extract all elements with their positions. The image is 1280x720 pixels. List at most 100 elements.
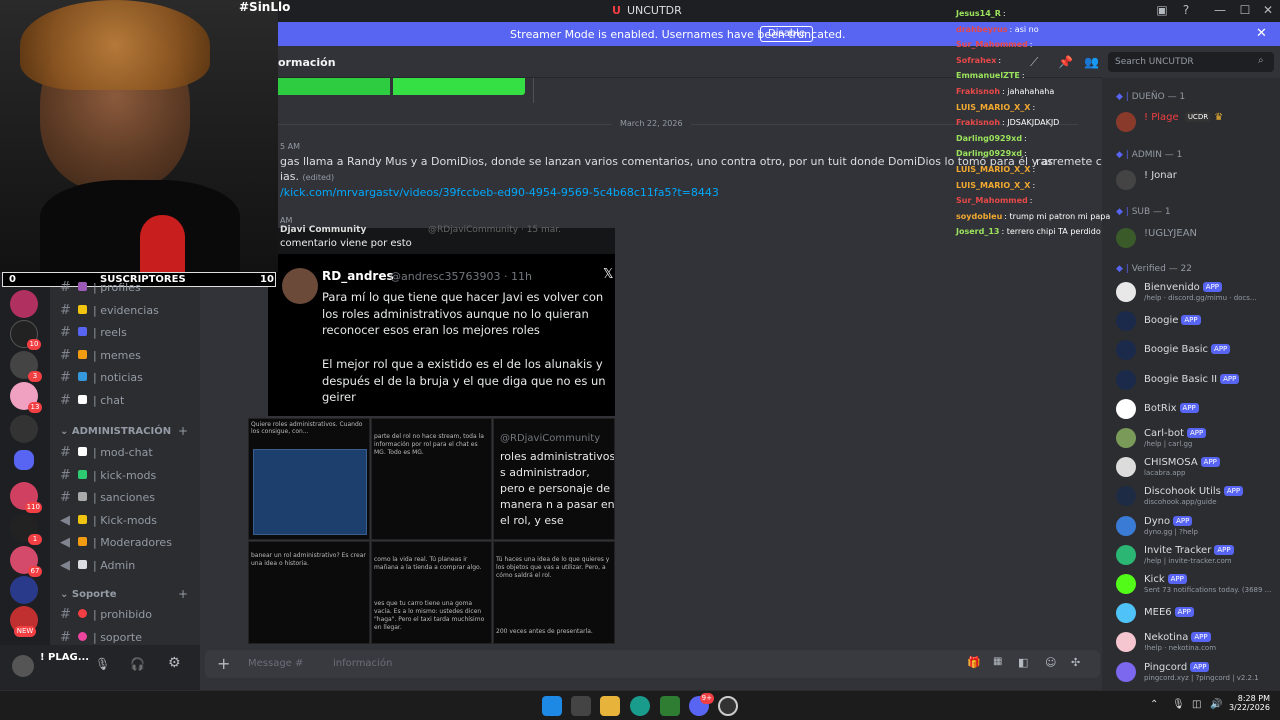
tray-chevron-icon[interactable]: ⌃ xyxy=(1150,699,1158,710)
apps-icon[interactable]: ✣ xyxy=(1071,656,1080,669)
obs-icon[interactable] xyxy=(718,696,738,716)
disable-streamer-mode-button[interactable]: Disable xyxy=(760,26,814,42)
channel-memes[interactable]: # | memes xyxy=(60,348,200,368)
channel-profiles[interactable]: # | profiles xyxy=(60,280,200,300)
member-bot[interactable]: CHISMOSA APP lacabra.app xyxy=(1116,455,1276,479)
sticker-icon[interactable]: ◧ xyxy=(1018,656,1028,669)
message-text: ias. (edited) xyxy=(280,170,335,183)
avatar xyxy=(1116,369,1136,390)
maximize-button[interactable]: ☐ xyxy=(1235,3,1255,17)
server-icon[interactable] xyxy=(10,576,38,604)
members-icon[interactable]: 👥 xyxy=(1084,55,1099,69)
member-bot[interactable]: Nekotina APP !help · nekotina.com xyxy=(1116,630,1276,654)
member-bot[interactable]: Kick APP Sent 73 notifications today. (368… xyxy=(1116,572,1276,596)
channel-reels[interactable]: # | reels xyxy=(60,325,200,345)
network-icon[interactable]: ◫ xyxy=(1192,699,1201,710)
member-sub[interactable]: !UGLYJEAN xyxy=(1116,226,1276,250)
embed-image[interactable]: Quiere roles administrativos. Cuando los… xyxy=(248,418,370,540)
member-bot[interactable]: BotRix APP xyxy=(1116,397,1276,421)
embed-image[interactable]: parte del rol no hace stream, toda la in… xyxy=(371,418,492,540)
microphone-icon[interactable]: 🎙 xyxy=(95,657,110,671)
embed-image[interactable]: banear un rol administrativo? Es crear u… xyxy=(248,541,370,644)
avatar[interactable] xyxy=(12,655,34,677)
store-icon[interactable] xyxy=(571,696,591,716)
close-banner-icon[interactable]: ✕ xyxy=(1256,26,1267,41)
member-bot[interactable]: Pingcord APP pingcord.xyz | ?pingcord | v2… xyxy=(1116,660,1276,684)
category-label: ADMINISTRACIÓN xyxy=(71,426,172,437)
chat-username: Jesus14_R xyxy=(956,9,1001,18)
member-bot[interactable]: Boogie APP xyxy=(1116,309,1276,333)
minimize-button[interactable]: — xyxy=(1210,3,1230,17)
edge-icon[interactable] xyxy=(630,696,650,716)
message-composer[interactable]: + Message # información 🎁 ▦ ◧ ☺ ✣ xyxy=(205,650,1100,678)
channel-emoji-icon xyxy=(78,372,87,382)
avatar xyxy=(1116,603,1136,624)
server-icon[interactable]: 3 xyxy=(10,351,42,382)
tweet-screenshot[interactable]: RD_andres @andresc35763903 · 11h 𝕏 Para … xyxy=(268,254,615,416)
server-icon[interactable] xyxy=(10,290,38,318)
file-explorer-icon[interactable] xyxy=(600,696,620,716)
excel-icon[interactable] xyxy=(660,696,680,716)
member-admin[interactable]: ! Jonar xyxy=(1116,168,1276,192)
category-soporte[interactable]: ⌄ Soporte xyxy=(60,589,116,600)
volume-icon[interactable]: 🔊 xyxy=(1210,699,1222,710)
channel-emoji-icon xyxy=(78,349,87,359)
channel-Kick-mods[interactable]: ◀ | Kick-mods xyxy=(60,513,200,533)
server-icon[interactable]: 10 xyxy=(10,320,41,350)
discord-taskbar-icon[interactable]: 9+ xyxy=(689,693,714,716)
member-owner[interactable]: ! Plage UCDR ♛ xyxy=(1116,110,1276,134)
channel-Admin[interactable]: ◀ | Admin xyxy=(60,558,200,578)
settings-gear-icon[interactable]: ⚙ xyxy=(168,655,181,671)
message-link[interactable]: /kick.com/mrvargastv/videos/39fccbeb-ed9… xyxy=(280,186,719,199)
server-icon[interactable]: 1 xyxy=(10,514,42,545)
channel-prohibido[interactable]: # | prohibido xyxy=(60,607,200,627)
channel-label: noticias xyxy=(100,371,143,385)
server-icon[interactable]: NEW xyxy=(10,606,38,637)
avatar xyxy=(1116,515,1136,536)
mic-tray-icon[interactable]: 🎙 xyxy=(1172,699,1185,710)
member-bot[interactable]: MEE6 APP xyxy=(1116,601,1276,625)
channel-label: mod-chat xyxy=(100,446,153,459)
emoji-icon[interactable]: ☺ xyxy=(1045,656,1056,669)
server-icon[interactable]: 67 xyxy=(10,546,42,577)
member-bot[interactable]: Dyno APP dyno.gg | ?help xyxy=(1116,514,1276,538)
add-attachment-icon[interactable]: + xyxy=(217,654,230,673)
add-channel-icon[interactable]: + xyxy=(178,424,188,438)
embed-image[interactable]: Tú haces una idea de lo que quieres y lo… xyxy=(493,541,615,644)
channel-evidencias[interactable]: # | evidencias xyxy=(60,303,200,323)
gif-icon[interactable]: ▦ xyxy=(993,656,1002,667)
inbox-icon[interactable]: ▣ xyxy=(1152,3,1172,17)
embed-image[interactable]: @RDjaviCommunity roles administrativos s… xyxy=(493,418,615,540)
add-channel-icon[interactable]: + xyxy=(178,587,188,601)
channel-kick-mods[interactable]: # | kick-mods xyxy=(60,468,200,488)
windows-start-icon[interactable] xyxy=(542,696,562,716)
server-icon[interactable]: 13 xyxy=(10,382,42,413)
channel-chat[interactable]: # | chat xyxy=(60,393,200,413)
server-icon[interactable] xyxy=(14,450,34,470)
member-bot[interactable]: Carl-bot APP/help | carl.gg xyxy=(1116,426,1276,450)
member-bot[interactable]: Boogie Basic APP xyxy=(1116,338,1276,362)
channel-sanciones[interactable]: # | sanciones xyxy=(60,490,200,510)
channel-soporte[interactable]: # | soporte xyxy=(60,630,200,650)
channel-Moderadores[interactable]: ◀ | Moderadores xyxy=(60,535,200,555)
category-administracion[interactable]: ⌄ ADMINISTRACIÓN xyxy=(60,426,171,437)
threads-icon[interactable]: ⟋ xyxy=(1030,55,1038,70)
server-icon[interactable] xyxy=(10,415,38,443)
channel-noticias[interactable]: # | noticias xyxy=(60,370,200,390)
member-bot[interactable]: Bienvenido APP/help · discord.gg/mimu · d… xyxy=(1116,280,1276,304)
hashtag-icon: # xyxy=(60,280,71,295)
stream-chat-line: drahbeyrus: asi no xyxy=(956,25,1039,34)
channel-mod-chat[interactable]: # | mod-chat xyxy=(60,445,200,465)
close-window-button[interactable]: ✕ xyxy=(1258,3,1278,17)
embed-image[interactable]: como la vida real. Tú planeas ir mañana … xyxy=(371,541,492,644)
member-bot[interactable]: Invite Tracker APP/help | invite-tracker.… xyxy=(1116,543,1276,567)
member-bot[interactable]: Discohook Utils APP discohook.app/guide xyxy=(1116,484,1276,508)
server-icon[interactable]: 110 xyxy=(10,482,42,513)
member-bot[interactable]: Boogie Basic II APP xyxy=(1116,368,1276,392)
search-input[interactable]: Search UNCUTDR ⌕ xyxy=(1108,52,1274,72)
gift-icon[interactable]: 🎁 xyxy=(967,656,981,669)
help-icon[interactable]: ? xyxy=(1176,3,1196,17)
headphones-icon[interactable]: 🎧 xyxy=(130,657,145,671)
clock[interactable]: 8:28 PM 3/22/2026 xyxy=(1228,694,1270,712)
pin-icon[interactable]: 📌 xyxy=(1058,55,1073,69)
